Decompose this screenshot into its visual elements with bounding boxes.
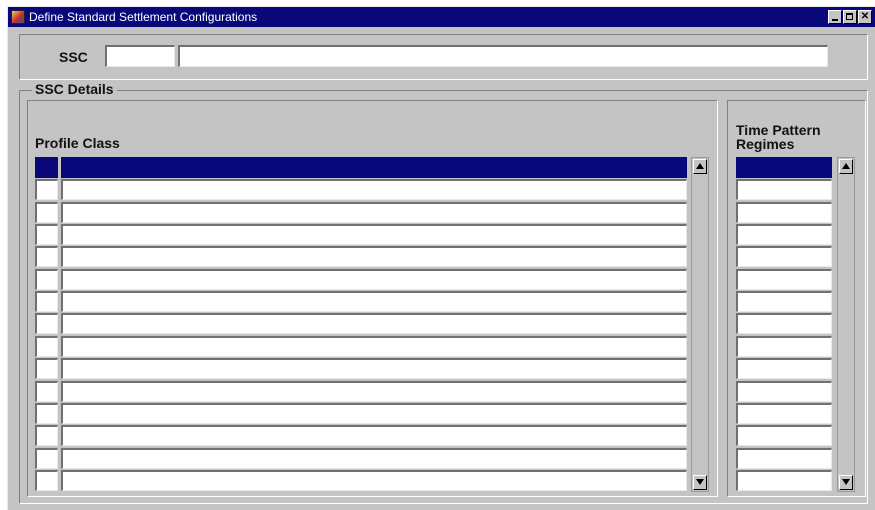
profile-class-row-record-indicator[interactable] <box>35 470 58 491</box>
profile-class-row-record-indicator[interactable] <box>35 291 58 312</box>
profile-class-row-record-indicator[interactable] <box>35 246 58 267</box>
profile-class-row-record-indicator[interactable] <box>35 381 58 402</box>
profile-class-row-value-cell[interactable] <box>61 291 687 312</box>
minimize-icon[interactable] <box>828 10 842 24</box>
time-pattern-regime-row-value-cell[interactable] <box>736 179 832 200</box>
profile-class-row-value-cell[interactable] <box>61 358 687 379</box>
oracle-forms-icon[interactable] <box>11 10 25 24</box>
time-pattern-regime-row-value-cell[interactable] <box>736 448 832 469</box>
profile-class-row-value-cell[interactable] <box>61 313 687 334</box>
time-pattern-regime-row-value-cell[interactable] <box>736 202 832 223</box>
time-pattern-regime-row-value-cell[interactable] <box>736 157 832 178</box>
profile-class-row-record-indicator[interactable] <box>35 336 58 357</box>
profile-class-row-record-indicator[interactable] <box>35 448 58 469</box>
profile-class-row-value-cell[interactable] <box>61 202 687 223</box>
time-pattern-regime-row-value-cell[interactable] <box>736 224 832 245</box>
time-pattern-regime-row-value-cell[interactable] <box>736 403 832 424</box>
profile-class-row-record-indicator[interactable] <box>35 202 58 223</box>
profile-class-row-value-cell[interactable] <box>61 336 687 357</box>
profile-class-heading: Profile Class <box>35 135 120 151</box>
profile-class-row-record-indicator[interactable] <box>35 425 58 446</box>
time-pattern-regimes-scrollbar[interactable] <box>837 157 855 492</box>
time-pattern-regimes-heading-line2: Regimes <box>736 136 795 152</box>
profile-class-row-value-cell[interactable] <box>61 269 687 290</box>
form-window: Define Standard Settlement Configuration… <box>7 6 875 510</box>
ssc-details-legend: SSC Details <box>32 81 117 97</box>
profile-class-row-value-cell[interactable] <box>61 425 687 446</box>
title-bar[interactable]: Define Standard Settlement Configuration… <box>8 7 875 27</box>
ssc-description-field[interactable] <box>178 45 828 67</box>
profile-class-row-record-indicator[interactable] <box>35 179 58 200</box>
time-pattern-regime-row-value-cell[interactable] <box>736 336 832 357</box>
profile-class-row-record-indicator[interactable] <box>35 313 58 334</box>
time-pattern-regime-row-value-cell[interactable] <box>736 358 832 379</box>
ssc-label: SSC <box>59 49 88 65</box>
profile-class-row-record-indicator[interactable] <box>35 224 58 245</box>
time-pattern-regime-row-value-cell[interactable] <box>736 269 832 290</box>
profile-class-row-value-cell[interactable] <box>61 470 687 491</box>
profile-class-row-value-cell[interactable] <box>61 157 687 178</box>
profile-class-row-record-indicator[interactable] <box>35 157 58 178</box>
profile-class-row-record-indicator[interactable] <box>35 269 58 290</box>
ssc-code-field[interactable] <box>105 45 175 67</box>
time-pattern-regime-row-value-cell[interactable] <box>736 291 832 312</box>
scroll-up-icon[interactable] <box>693 159 707 174</box>
scroll-down-icon[interactable] <box>839 475 853 490</box>
profile-class-row-value-cell[interactable] <box>61 179 687 200</box>
time-pattern-regime-row-value-cell[interactable] <box>736 425 832 446</box>
time-pattern-regimes-heading-line1: Time Pattern <box>736 122 821 138</box>
profile-class-row-value-cell[interactable] <box>61 224 687 245</box>
close-icon[interactable]: ✕ <box>858 10 872 24</box>
profile-class-row-value-cell[interactable] <box>61 381 687 402</box>
window-title: Define Standard Settlement Configuration… <box>29 10 258 24</box>
profile-class-scrollbar[interactable] <box>691 157 709 492</box>
profile-class-row-value-cell[interactable] <box>61 448 687 469</box>
profile-class-row-value-cell[interactable] <box>61 403 687 424</box>
profile-class-row-value-cell[interactable] <box>61 246 687 267</box>
time-pattern-regime-row-value-cell[interactable] <box>736 313 832 334</box>
maximize-icon[interactable] <box>843 10 857 24</box>
time-pattern-regime-row-value-cell[interactable] <box>736 381 832 402</box>
scroll-up-icon[interactable] <box>839 159 853 174</box>
time-pattern-regime-row-value-cell[interactable] <box>736 470 832 491</box>
profile-class-row-record-indicator[interactable] <box>35 403 58 424</box>
profile-class-row-record-indicator[interactable] <box>35 358 58 379</box>
scroll-down-icon[interactable] <box>693 475 707 490</box>
time-pattern-regime-row-value-cell[interactable] <box>736 246 832 267</box>
